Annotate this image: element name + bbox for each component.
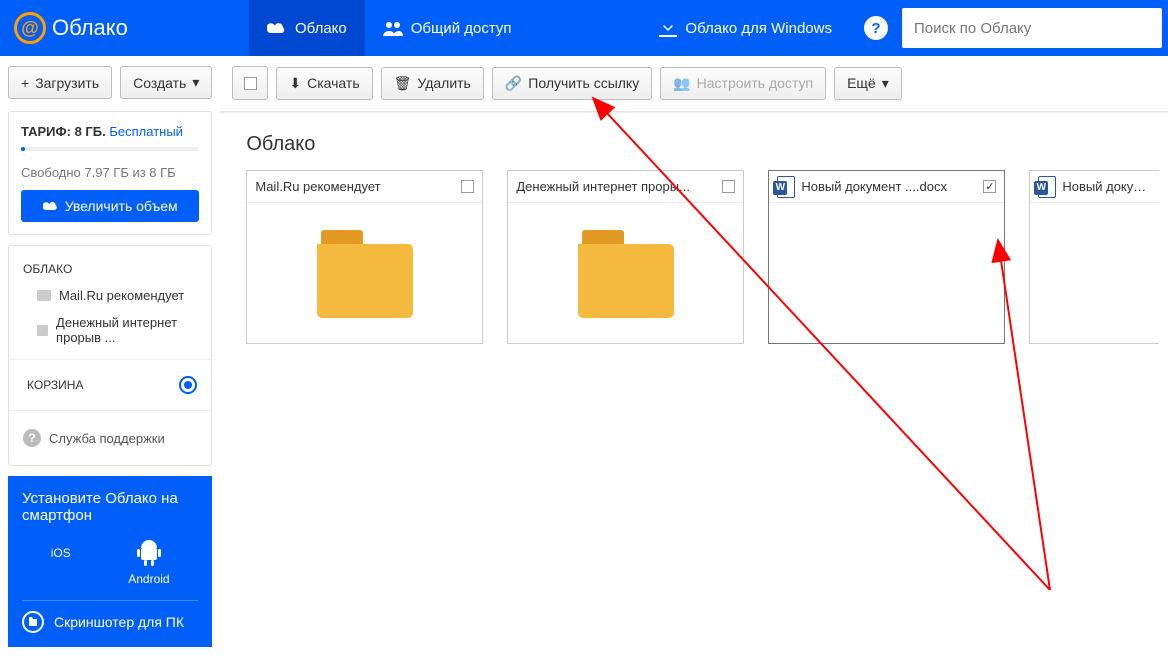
file-title: Новый докумен xyxy=(1062,179,1151,194)
word-file-icon xyxy=(1038,176,1056,198)
nav-download-app[interactable]: Облако для Windows xyxy=(641,0,850,56)
expand-storage-button[interactable]: Увеличить объем xyxy=(21,190,199,222)
delete-button[interactable]: 🗑 Удалить xyxy=(381,67,484,100)
android-icon xyxy=(137,540,161,566)
mobile-promo-panel: Установите Облако на смартфон iOS Androi… xyxy=(8,476,212,647)
getlink-label: Получить ссылку xyxy=(528,75,639,91)
support-link[interactable]: ? Служба поддержки xyxy=(19,419,201,457)
file-card-document[interactable]: Новый документ ....docx xyxy=(768,170,1005,344)
search-input[interactable] xyxy=(902,8,1162,48)
nav-tab-label: Облако xyxy=(295,20,347,37)
promo-android-label: Android xyxy=(128,572,169,586)
caret-down-icon: ▾ xyxy=(882,75,889,92)
file-title: Денежный интернет проры... xyxy=(516,179,716,194)
sidebar-folder-item[interactable]: Mail.Ru рекомендует xyxy=(19,282,201,309)
share-label: Настроить доступ xyxy=(697,75,813,91)
nav-download-label: Облако для Windows xyxy=(685,20,832,37)
sidebar: + Загрузить Создать ▾ ТАРИФ: 8 ГБ. Беспл… xyxy=(0,56,220,657)
mailru-at-icon: @ xyxy=(14,12,46,44)
file-grid: Mail.Ru рекомендует Денежный интернет пр… xyxy=(220,170,1168,344)
trash-icon: 🗑 xyxy=(394,75,412,92)
main-area: ⬇ Скачать 🗑 Удалить 🔗 Получить ссылку 👥 … xyxy=(220,56,1168,657)
create-label: Создать xyxy=(133,75,186,91)
promo-ios[interactable]: iOS xyxy=(51,540,71,586)
folder-icon xyxy=(37,290,51,301)
file-card-folder[interactable]: Mail.Ru рекомендует xyxy=(246,170,483,344)
more-label: Ещё xyxy=(847,75,876,91)
tree-label: Mail.Ru рекомендует xyxy=(59,288,184,303)
sidebar-folder-item[interactable]: Денежный интернет прорыв ... xyxy=(19,309,201,351)
nav-tab-cloud[interactable]: Облако xyxy=(249,0,365,56)
share-access-button[interactable]: 👥 Настроить доступ xyxy=(660,67,826,100)
upload-button[interactable]: + Загрузить xyxy=(8,66,112,99)
link-icon: 🔗 xyxy=(505,75,522,92)
cloud-icon xyxy=(43,200,59,212)
radio-selected-icon[interactable] xyxy=(179,376,197,394)
cloud-icon xyxy=(267,21,287,35)
upload-label: Загрузить xyxy=(35,75,99,91)
tree-label: Денежный интернет прорыв ... xyxy=(56,315,201,345)
more-button[interactable]: Ещё ▾ xyxy=(834,67,902,100)
file-checkbox[interactable] xyxy=(983,180,996,193)
delete-label: Удалить xyxy=(417,75,470,91)
create-button[interactable]: Создать ▾ xyxy=(120,66,212,99)
folder-icon xyxy=(317,230,413,318)
word-file-icon xyxy=(777,176,795,198)
section-trash-label[interactable]: КОРЗИНА xyxy=(23,378,83,392)
folder-icon xyxy=(37,325,48,336)
caret-down-icon: ▾ xyxy=(192,74,199,91)
storage-free-text: Свободно 7.97 ГБ из 8 ГБ xyxy=(21,165,199,180)
download-button[interactable]: ⬇ Скачать xyxy=(276,67,372,100)
breadcrumb[interactable]: Облако xyxy=(220,112,1168,170)
download-icon: ⬇ xyxy=(289,75,301,92)
promo-ios-label: iOS xyxy=(51,546,71,560)
file-title: Mail.Ru рекомендует xyxy=(255,179,455,194)
tariff-label: ТАРИФ: xyxy=(21,124,71,139)
support-label: Служба поддержки xyxy=(49,431,165,446)
section-cloud-label: ОБЛАКО xyxy=(19,262,201,276)
file-card-folder[interactable]: Денежный интернет проры... xyxy=(507,170,744,344)
file-card-document[interactable]: Новый докумен xyxy=(1029,170,1159,344)
tariff-size: 8 ГБ. xyxy=(75,124,106,139)
people-icon xyxy=(383,20,403,36)
download-label: Скачать xyxy=(307,75,360,91)
tariff-panel: ТАРИФ: 8 ГБ. Бесплатный Свободно 7.97 ГБ… xyxy=(8,111,212,235)
file-checkbox[interactable] xyxy=(461,180,474,193)
logo[interactable]: @ Облако xyxy=(0,12,249,44)
nav-tab-label: Общий доступ xyxy=(411,20,512,37)
file-checkbox[interactable] xyxy=(722,180,735,193)
camera-icon xyxy=(22,611,44,633)
promo-android[interactable]: Android xyxy=(128,540,169,586)
tariff-plan-link[interactable]: Бесплатный xyxy=(109,124,183,139)
logo-text: Облако xyxy=(52,15,128,41)
header-bar: @ Облако Облако Общий доступ Облако для … xyxy=(0,0,1168,56)
promo-footer-label: Скриншотер для ПК xyxy=(54,614,184,630)
promo-title: Установите Облако на смартфон xyxy=(22,490,198,524)
help-icon: ? xyxy=(23,429,41,447)
nav-tab-shared[interactable]: Общий доступ xyxy=(365,0,530,56)
people-icon: 👥 xyxy=(673,75,690,92)
plus-icon: + xyxy=(21,75,29,91)
get-link-button[interactable]: 🔗 Получить ссылку xyxy=(492,67,652,100)
select-all-checkbox[interactable] xyxy=(232,66,268,100)
folder-icon xyxy=(578,230,674,318)
help-button[interactable]: ? xyxy=(864,16,888,40)
expand-storage-label: Увеличить объем xyxy=(65,198,178,214)
promo-screenshot-tool[interactable]: Скриншотер для ПК xyxy=(22,611,198,633)
download-icon xyxy=(659,19,677,37)
file-title: Новый документ ....docx xyxy=(801,179,977,194)
main-toolbar: ⬇ Скачать 🗑 Удалить 🔗 Получить ссылку 👥 … xyxy=(220,56,1168,111)
